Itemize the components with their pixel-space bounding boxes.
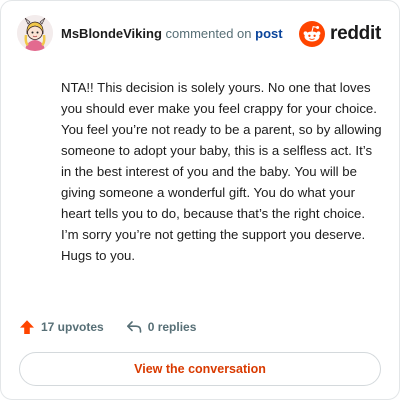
commented-on-text: commented on	[165, 26, 252, 41]
reddit-wordmark: reddit	[330, 23, 381, 44]
comment-body: NTA!! This decision is solely yours. No …	[61, 80, 382, 263]
replies-count: 0 replies	[147, 320, 197, 334]
comment-header: MsBlondeViking commented on post reddit	[17, 15, 383, 53]
avatar[interactable]	[17, 15, 53, 51]
comment-byline: MsBlondeViking commented on post	[61, 26, 283, 41]
upvotes-count: 17 upvotes	[41, 320, 104, 334]
comment-actions: 17 upvotes 0 replies	[19, 317, 218, 337]
reply-arrow-icon	[126, 321, 142, 333]
post-link[interactable]: post	[255, 26, 282, 41]
reddit-logo[interactable]: reddit	[299, 21, 381, 47]
upvote-arrow-icon	[20, 320, 34, 334]
replies-button[interactable]: 0 replies	[126, 319, 197, 335]
author-username[interactable]: MsBlondeViking	[61, 26, 162, 41]
view-conversation-button[interactable]: View the conversation	[19, 352, 381, 386]
upvote-button[interactable]: 17 upvotes	[19, 319, 104, 335]
reddit-snoo-icon	[299, 21, 326, 47]
comment-card: MsBlondeViking commented on post reddit …	[0, 0, 400, 400]
